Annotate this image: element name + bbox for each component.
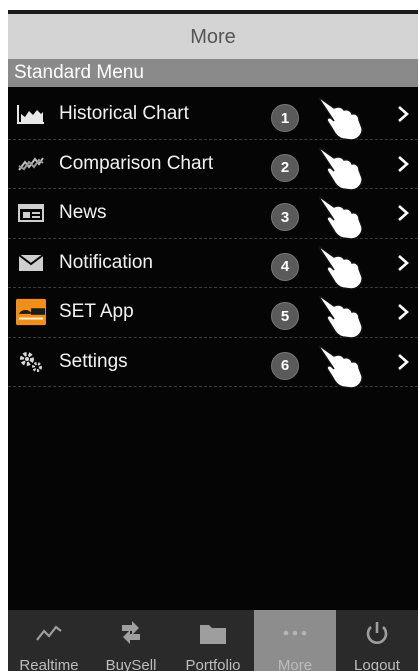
page-title: More [190,26,236,48]
chevron-right-icon [398,304,409,320]
menu-item-notification[interactable]: Notification 4 [8,239,418,290]
swap-arrows-icon [122,621,140,644]
menu-item-label: Notification [59,251,153,273]
menu-item-label: News [59,202,107,223]
chevron-right-icon [398,106,409,122]
chevron-right-icon [398,205,409,221]
pointing-hand-icon [318,97,363,141]
bottom-tab-bar: Realtime BuySell Portfolio More Logout [8,610,418,671]
step-badge: 2 [271,153,299,182]
menu-list: Historical Chart 1 Comparison Chart 2 Ne… [8,90,418,389]
tab-buysell[interactable]: BuySell [90,610,172,671]
step-badge: 5 [271,302,299,330]
tab-realtime[interactable]: Realtime [8,610,90,671]
envelope-icon [16,251,46,275]
chevron-right-icon [398,353,409,370]
chevron-right-icon [398,155,409,172]
app-screen: More Standard Menu Historical Chart 1 Co… [8,10,418,671]
menu-item-comparison-chart[interactable]: Comparison Chart 2 [8,140,418,191]
menu-item-set-app[interactable]: SET App 5 [8,288,418,339]
pointing-hand-icon [318,344,363,389]
tab-portfolio[interactable]: Portfolio [172,610,254,671]
comparison-chart-icon [16,152,46,176]
tab-label: BuySell [105,657,157,671]
folder-icon [200,625,226,644]
section-header: Standard Menu [8,59,418,87]
pointing-hand-icon [318,146,363,191]
top-bar: More [8,10,418,59]
pointing-hand-icon [318,295,363,339]
tab-label: Portfolio [185,657,241,671]
section-title: Standard Menu [14,62,144,83]
step-badge: 3 [271,203,299,231]
tab-label: Logout [354,657,400,671]
menu-item-label: SET App [59,301,134,322]
tab-logout[interactable]: Logout [336,610,418,671]
pointing-hand-icon [318,245,363,290]
menu-item-settings[interactable]: Settings 6 [8,338,418,389]
gears-icon [16,350,46,374]
step-badge: 4 [271,252,299,281]
news-icon [16,201,46,225]
area-chart-icon [16,102,46,126]
power-icon [366,622,388,644]
menu-item-historical-chart[interactable]: Historical Chart 1 [8,90,418,141]
step-badge: 6 [271,351,299,380]
set-app-logo [16,298,46,326]
dots-icon [283,630,307,636]
chevron-right-icon [398,254,409,271]
step-badge: 1 [271,104,299,132]
menu-item-label: Settings [59,350,128,372]
tab-more[interactable]: More [254,610,336,671]
line-chart-icon [36,625,62,641]
pointing-hand-icon [318,196,363,240]
menu-item-label: Historical Chart [59,103,189,124]
menu-item-news[interactable]: News 3 [8,189,418,240]
tab-label: More [277,657,313,671]
tab-label: Realtime [19,657,79,671]
menu-item-label: Comparison Chart [59,152,214,174]
